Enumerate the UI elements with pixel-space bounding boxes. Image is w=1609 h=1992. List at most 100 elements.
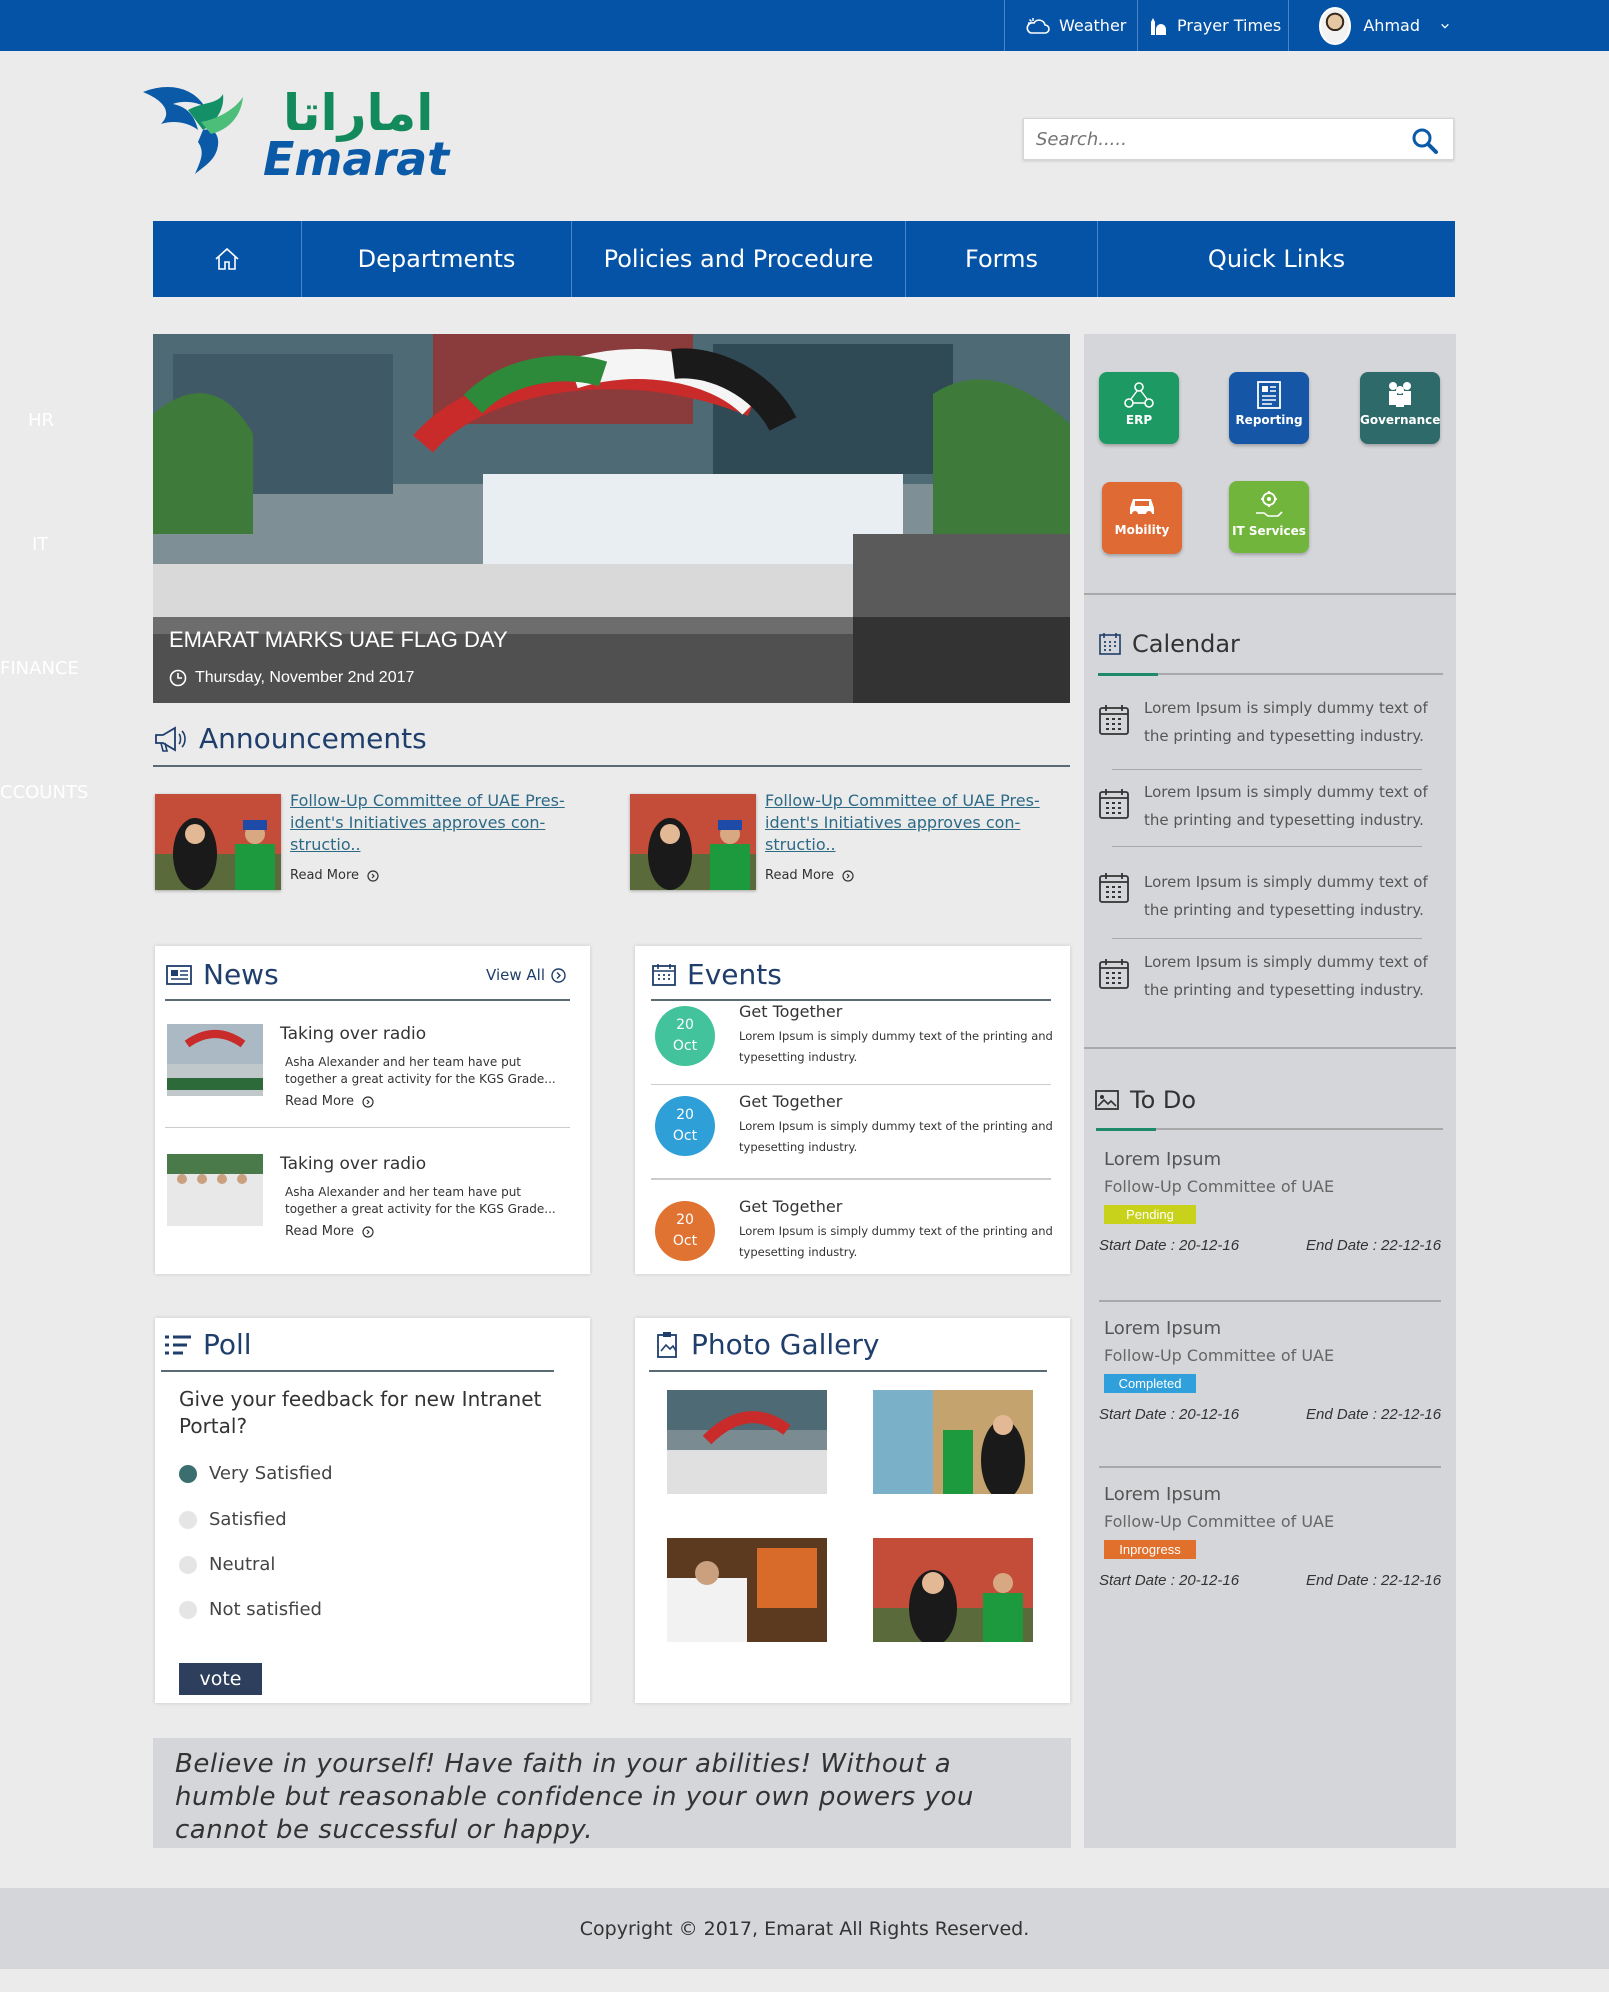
arrow-circle-right-icon — [551, 967, 566, 983]
gallery-photo[interactable] — [873, 1538, 1033, 1642]
nav-forms[interactable]: Forms — [906, 221, 1098, 297]
todo-end-date: End Date : 22-12-16 — [1306, 1406, 1442, 1423]
announcement-item[interactable]: Follow-Up Committee of UAE Pres-ident's … — [155, 791, 595, 890]
nav-policies[interactable]: Policies and Procedure — [572, 221, 906, 297]
announcement-link[interactable]: Follow-Up Committee of UAE Pres-ident's … — [765, 790, 1065, 856]
todo-separator — [1099, 1466, 1441, 1468]
news-item[interactable]: Taking over radio Asha Alexander and her… — [167, 1154, 567, 1254]
arrow-circle-right-icon — [842, 869, 854, 882]
app-label: Mobility — [1114, 523, 1170, 537]
todo-end-date: End Date : 22-12-16 — [1306, 1237, 1442, 1254]
search-icon[interactable] — [1411, 127, 1439, 155]
hero-banner[interactable]: EMARAT MARKS UAE FLAG DAY Thursday, Nove… — [153, 334, 1070, 703]
todo-separator — [1099, 1300, 1441, 1302]
poll-title: Poll — [203, 1328, 252, 1361]
news-divider — [165, 999, 570, 1001]
news-item[interactable]: Taking over radio Asha Alexander and her… — [167, 1024, 567, 1124]
top-bar: Weather Prayer Times Ahmad — [0, 0, 1609, 51]
app-label: ERP — [1125, 413, 1153, 427]
calendar-heading: Calendar — [1098, 630, 1240, 658]
app-reporting[interactable]: Reporting — [1229, 372, 1309, 444]
list-icon — [165, 1335, 191, 1354]
todo-heading: To Do — [1094, 1086, 1196, 1114]
people-icon — [1389, 382, 1411, 407]
read-more-link[interactable]: Read More — [290, 868, 379, 883]
side-nav-accounts[interactable]: ACCOUNTS — [0, 782, 120, 906]
event-item[interactable]: 20 Oct Get Together Lorem Ipsum is simply… — [655, 1002, 1055, 1086]
prayer-times-label: Prayer Times — [1177, 16, 1282, 35]
side-nav-it[interactable]: IT — [0, 534, 120, 658]
nav-home[interactable] — [153, 221, 302, 297]
gallery-photo[interactable] — [667, 1538, 827, 1642]
news-item-title[interactable]: Taking over radio — [280, 1154, 426, 1174]
poll-option-satisfied[interactable]: Satisfied — [179, 1509, 287, 1530]
todo-item-subtitle: Follow-Up Committee of UAE — [1104, 1177, 1335, 1196]
read-more-link[interactable]: Read More — [765, 868, 854, 883]
right-sidebar: ERP Reporting Governance Mobility IT Ser… — [1084, 334, 1456, 1848]
vote-button[interactable]: vote — [179, 1663, 262, 1695]
poll-option-very-satisfied[interactable]: Very Satisfied — [179, 1463, 333, 1484]
event-title: Get Together — [739, 1092, 843, 1111]
gallery-photo[interactable] — [667, 1390, 827, 1494]
main-nav: Departments Policies and Procedure Forms… — [153, 221, 1455, 297]
gallery-heading: Photo Gallery — [655, 1328, 880, 1361]
news-item-text: Asha Alexander and her team have put tog… — [285, 1055, 556, 1086]
todo-start-date: Start Date : 20-12-16 — [1099, 1237, 1240, 1254]
news-heading: News — [165, 958, 279, 991]
weather-link[interactable]: Weather — [1004, 0, 1137, 51]
event-title: Get Together — [739, 1197, 843, 1216]
side-nav-finance[interactable]: FINANCE — [0, 658, 120, 782]
app-erp[interactable]: ERP — [1099, 372, 1179, 444]
prayer-times-link[interactable]: Prayer Times — [1137, 0, 1288, 51]
poll-option-neutral[interactable]: Neutral — [179, 1554, 275, 1575]
app-governance[interactable]: Governance — [1360, 372, 1440, 444]
gallery-photo[interactable] — [873, 1390, 1033, 1494]
poll-option-not-satisfied[interactable]: Not satisfied — [179, 1599, 322, 1620]
event-item[interactable]: 20 Oct Get Together Lorem Ipsum is simply… — [655, 1092, 1055, 1176]
calendar-icon — [1099, 873, 1129, 903]
app-label: Reporting — [1235, 413, 1303, 427]
nav-quick-links[interactable]: Quick Links — [1098, 221, 1455, 297]
avatar — [1319, 6, 1352, 45]
search-input[interactable] — [1024, 119, 1384, 159]
event-day: 20 — [676, 1017, 694, 1033]
news-thumbnail — [167, 1024, 263, 1096]
gallery-title: Photo Gallery — [691, 1328, 880, 1361]
read-more-label: Read More — [290, 868, 360, 883]
clock-icon — [169, 669, 187, 687]
falcon-logo-icon — [143, 87, 243, 174]
announcement-link[interactable]: Follow-Up Committee of UAE Pres-ident's … — [290, 790, 590, 856]
gallery-icon — [657, 1331, 677, 1358]
calendar-icon — [1099, 789, 1129, 819]
hero-caption: EMARAT MARKS UAE FLAG DAY Thursday, Nove… — [153, 617, 1070, 703]
panel-divider — [1084, 593, 1456, 595]
announcements-divider — [153, 765, 1070, 767]
view-all-link[interactable]: View All — [486, 966, 566, 984]
megaphone-icon — [155, 725, 186, 752]
side-nav-hr[interactable]: HR — [0, 410, 120, 534]
chevron-down-icon — [1441, 23, 1449, 29]
read-more-label: Read More — [285, 1094, 355, 1109]
nav-departments[interactable]: Departments — [302, 221, 572, 297]
news-item-title[interactable]: Taking over radio — [280, 1024, 426, 1044]
calendar-item-text: Lorem Ipsum is simply dummy text of the … — [1144, 953, 1428, 999]
app-label: Governance — [1360, 413, 1441, 427]
todo-start-date: Start Date : 20-12-16 — [1099, 1406, 1240, 1423]
announcement-item[interactable]: Follow-Up Committee of UAE Pres-ident's … — [630, 791, 1070, 890]
app-it-services[interactable]: IT Services — [1229, 481, 1309, 553]
poll-option-label: Neutral — [209, 1554, 276, 1575]
read-more-label: Read More — [765, 868, 835, 883]
home-icon — [215, 247, 239, 270]
read-more-link[interactable]: Read More — [285, 1224, 374, 1239]
side-nav: HR IT FINANCE ACCOUNTS — [0, 410, 120, 906]
events-heading: Events — [651, 958, 782, 991]
read-more-link[interactable]: Read More — [285, 1094, 374, 1109]
user-menu[interactable]: Ahmad — [1288, 0, 1458, 51]
calendar-separator — [1112, 846, 1422, 847]
app-mobility[interactable]: Mobility — [1102, 482, 1182, 554]
event-item[interactable]: 20 Oct Get Together Lorem Ipsum is simply… — [655, 1197, 1055, 1281]
radio-icon — [179, 1600, 197, 1619]
calendar-icon — [1099, 633, 1121, 655]
arrow-circle-right-icon — [362, 1095, 374, 1108]
emarat-logo[interactable]: اماراتا Emarat — [143, 82, 449, 186]
